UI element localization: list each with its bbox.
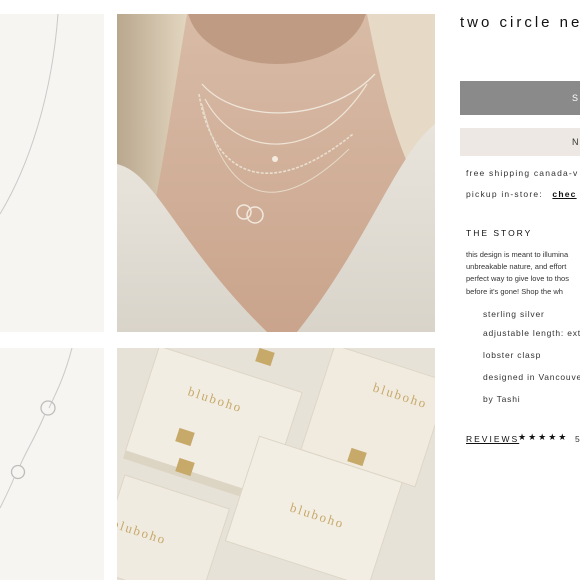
story-line: perfect way to give love to thos [466, 274, 569, 283]
notify-label: N [572, 137, 580, 147]
product-thumbnail-circles[interactable] [0, 348, 104, 580]
pickup-check-link[interactable]: chec [552, 189, 576, 199]
product-title: two circle neck [460, 14, 580, 31]
detail-item: sterling silver [483, 309, 545, 319]
free-shipping-text: free shipping canada-v [466, 168, 579, 178]
model-necklace-image [117, 14, 435, 332]
detail-item: designed in Vancouve [483, 372, 580, 382]
story-line: before it's gone! Shop the wh [466, 287, 563, 296]
add-to-cart-button[interactable]: S [460, 81, 580, 115]
notify-button[interactable]: N [460, 128, 580, 156]
pickup-line: pickup in-store: chec [466, 189, 577, 199]
star-rating-icon: ★★★★★ [518, 432, 569, 442]
rating-text: 5 [575, 434, 580, 444]
product-photo-model[interactable] [117, 14, 435, 332]
pickup-label: pickup in-store: [466, 189, 543, 199]
story-heading: THE STORY [466, 228, 533, 238]
circles-necklace-icon [0, 348, 73, 509]
detail-item: by Tashi [483, 394, 521, 404]
story-line: unbreakable nature, and effort [466, 262, 567, 271]
reviews-link[interactable]: REVIEWS [466, 434, 519, 444]
product-thumbnail-chain[interactable] [0, 14, 104, 332]
detail-item: lobster clasp [483, 350, 542, 360]
story-line: this design is meant to illumina [466, 250, 569, 259]
product-photo-packaging[interactable]: bluboho bluboho bluboho bluboho [117, 348, 435, 580]
add-to-cart-label: S [572, 93, 580, 103]
detail-item: adjustable length: ext [483, 328, 580, 338]
chain-icon [0, 14, 59, 215]
